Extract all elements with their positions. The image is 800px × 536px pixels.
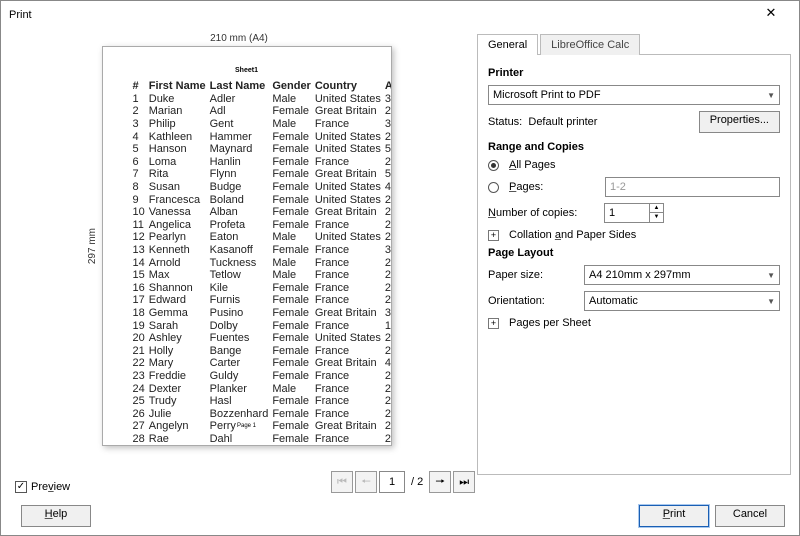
nav-prev-button[interactable]: 🠔: [355, 471, 377, 493]
close-icon[interactable]: ✕: [751, 5, 791, 25]
preview-footer: Page 1: [103, 423, 391, 429]
copies-spinner[interactable]: 1 ▲▼: [604, 203, 664, 223]
chevron-down-icon: ▼: [767, 297, 775, 306]
status-value: Default printer: [528, 116, 597, 128]
all-pages-label: All Pages: [509, 159, 555, 171]
help-button[interactable]: Help: [21, 505, 91, 527]
copies-value: 1: [605, 207, 649, 219]
nav-page-total: / 2: [411, 476, 423, 488]
nav-page-input[interactable]: 1: [379, 471, 405, 493]
paper-size-value: A4 210mm x 297mm: [589, 269, 690, 281]
tab-libreoffice-calc[interactable]: LibreOffice Calc: [540, 34, 640, 55]
printer-select-value: Microsoft Print to PDF: [493, 89, 601, 101]
window-title: Print: [9, 9, 751, 21]
preview-table: #First NameLast NameGenderCountryAgeDate…: [131, 80, 392, 446]
paper-size-select[interactable]: A4 210mm x 297mm ▼: [584, 265, 780, 285]
collation-label: Collation and Paper Sides: [509, 229, 636, 241]
radio-all-pages[interactable]: [488, 160, 499, 171]
orientation-label: Orientation:: [488, 295, 578, 307]
dim-width-label: 210 mm (A4): [210, 33, 268, 44]
tab-general[interactable]: General: [477, 34, 538, 55]
printer-select[interactable]: Microsoft Print to PDF ▼: [488, 85, 780, 105]
print-button[interactable]: Print: [639, 505, 709, 527]
orientation-value: Automatic: [589, 295, 638, 307]
pps-label: Pages per Sheet: [509, 317, 591, 329]
preview-sheet-title: Sheet1: [131, 67, 363, 74]
orientation-select[interactable]: Automatic ▼: [584, 291, 780, 311]
print-preview-page: Sheet1 #First NameLast NameGenderCountry…: [102, 46, 392, 446]
pages-input[interactable]: 1-2: [605, 177, 780, 197]
chevron-down-icon: ▼: [767, 91, 775, 100]
nav-first-button[interactable]: ⏮: [331, 471, 353, 493]
chevron-down-icon: ▼: [767, 271, 775, 280]
printer-heading: Printer: [488, 67, 780, 79]
pages-label: Pages:: [509, 181, 599, 193]
copies-label: Number of copies:: [488, 207, 598, 219]
properties-button[interactable]: Properties...: [699, 111, 780, 133]
status-label: Status:: [488, 116, 522, 128]
preview-checkbox-label: Preview: [31, 481, 70, 493]
radio-pages[interactable]: [488, 182, 499, 193]
paper-size-label: Paper size:: [488, 269, 578, 281]
dim-height-label: 297 mm: [87, 228, 98, 264]
preview-checkbox[interactable]: ✓: [15, 481, 27, 493]
cancel-button[interactable]: Cancel: [715, 505, 785, 527]
nav-last-button[interactable]: ⏭: [453, 471, 475, 493]
spin-down-icon[interactable]: ▼: [650, 213, 663, 222]
nav-next-button[interactable]: 🠖: [429, 471, 451, 493]
range-heading: Range and Copies: [488, 141, 780, 153]
layout-heading: Page Layout: [488, 247, 780, 259]
expand-pps[interactable]: +: [488, 318, 499, 329]
spin-up-icon[interactable]: ▲: [650, 204, 663, 213]
expand-collation[interactable]: +: [488, 230, 499, 241]
